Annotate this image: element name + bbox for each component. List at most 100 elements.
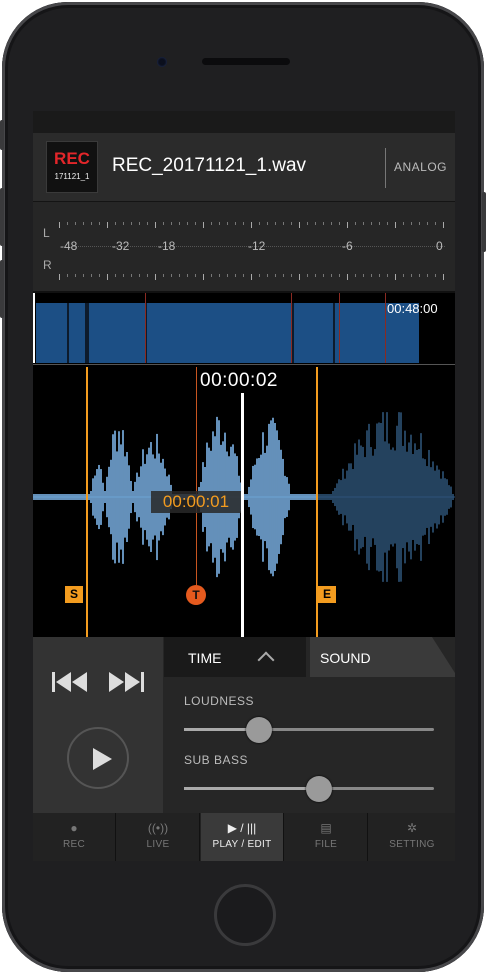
trim-marker-handle[interactable]: T: [186, 585, 206, 605]
loudness-slider[interactable]: [184, 717, 434, 743]
start-marker-handle[interactable]: S: [65, 586, 83, 603]
sub-bass-slider[interactable]: [184, 776, 434, 802]
meter-tick: [323, 222, 324, 225]
scale-label: -18: [158, 239, 176, 253]
meter-tick: [91, 274, 92, 277]
meter-tick: [131, 222, 132, 225]
meter-tick: [283, 274, 284, 277]
waveform-graphic: [33, 412, 455, 582]
meter-tick: [115, 274, 116, 277]
play-icon: [93, 748, 112, 770]
rewind-button[interactable]: [51, 670, 89, 700]
chevron-up-icon: [257, 651, 275, 669]
rec-file-icon[interactable]: REC 171121_1: [46, 141, 98, 193]
rewind-icon: [52, 672, 87, 692]
nav-setting[interactable]: ✲ SETTING: [369, 813, 455, 861]
loudness-label: LOUDNESS: [184, 694, 255, 708]
record-icon: ●: [70, 821, 78, 835]
end-marker-handle[interactable]: E: [318, 586, 336, 603]
meter-tick: [379, 222, 380, 225]
meter-tick: [339, 274, 340, 277]
meter-tick: [291, 222, 292, 225]
meter-tick: [259, 222, 260, 225]
power-button: [482, 192, 486, 252]
trim-point-line: [196, 367, 197, 585]
meter-tick: [227, 222, 228, 225]
meter-tick: [243, 222, 244, 225]
meter-tick: [115, 222, 116, 225]
meter-tick: [251, 222, 252, 228]
meter-tick: [395, 274, 396, 280]
play-button[interactable]: [67, 727, 129, 789]
overview-marker: [291, 293, 292, 363]
meter-tick: [275, 274, 276, 277]
input-mode-button[interactable]: ANALOG: [394, 160, 447, 174]
volume-down-button: [0, 260, 4, 318]
meter-tick: [195, 222, 196, 225]
scale-label: 0: [436, 239, 443, 253]
rec-logo-id: 171121_1: [54, 172, 90, 181]
meter-tick: [163, 222, 164, 225]
sub-bass-knob[interactable]: [306, 776, 332, 802]
home-button[interactable]: [214, 884, 276, 946]
broadcast-icon: ((•)): [147, 821, 169, 835]
current-time: 00:00:02: [200, 370, 278, 391]
meter-tick: [179, 222, 180, 225]
nav-play-edit[interactable]: ▶ / ||| PLAY / EDIT: [201, 813, 284, 861]
meter-tick: [347, 274, 348, 280]
meter-tick: [59, 222, 60, 228]
right-channel-label: R: [43, 258, 52, 272]
meter-tick: [83, 274, 84, 277]
loudness-knob[interactable]: [246, 717, 272, 743]
nav-file[interactable]: ▤ FILE: [285, 813, 368, 861]
meter-tick: [275, 222, 276, 225]
gear-icon: ✲: [406, 821, 418, 835]
sub-bass-fill: [184, 787, 319, 790]
meter-tick: [427, 274, 428, 277]
playhead[interactable]: [241, 393, 244, 637]
meter-tick: [443, 222, 444, 228]
meter-tick: [75, 274, 76, 277]
meter-tick: [267, 274, 268, 277]
meter-tick: [435, 274, 436, 277]
fast-forward-button[interactable]: [107, 670, 145, 700]
tab-sound[interactable]: SOUND: [310, 637, 455, 677]
level-meter: L R -48 -32 -18 -12 -6 0: [33, 202, 455, 293]
cursor-time: 00:00:01: [151, 491, 241, 513]
nav-live-label: LIVE: [146, 839, 170, 850]
meter-tick: [403, 222, 404, 225]
meter-tick: [131, 274, 132, 277]
meter-ticks-left: [59, 222, 447, 228]
meter-tick: [219, 274, 220, 277]
overview-playhead[interactable]: [33, 293, 35, 363]
start-trim-line[interactable]: [86, 367, 88, 637]
volume-up-button: [0, 188, 4, 246]
meter-tick: [107, 274, 108, 280]
overview-strip[interactable]: 00:48:00: [33, 293, 455, 366]
settings-tabs: TIME SOUND: [164, 637, 455, 677]
tab-time[interactable]: TIME: [164, 637, 306, 677]
meter-tick: [227, 274, 228, 277]
meter-tick: [147, 222, 148, 225]
meter-tick: [147, 274, 148, 277]
control-panel: TIME SOUND LOUDNESS SUB BASS: [33, 637, 455, 813]
meter-tick: [75, 222, 76, 225]
status-bar: [33, 111, 455, 133]
meter-tick: [251, 274, 252, 280]
meter-tick: [363, 274, 364, 277]
meter-tick: [371, 222, 372, 225]
meter-tick: [395, 222, 396, 228]
meter-tick: [219, 222, 220, 225]
nav-rec[interactable]: ● REC: [33, 813, 116, 861]
meter-tick: [163, 274, 164, 277]
meter-tick: [387, 274, 388, 277]
scale-label: -12: [248, 239, 266, 253]
nav-live[interactable]: ((•)) LIVE: [117, 813, 200, 861]
document-icon: ▤: [320, 821, 332, 835]
meter-tick: [195, 274, 196, 277]
overview-marker: [385, 293, 386, 363]
meter-tick: [323, 274, 324, 277]
play-pause-icon: ▶ / |||: [227, 821, 257, 835]
waveform-editor[interactable]: 00:00:02 00:00:01 S T E: [33, 367, 455, 637]
earpiece-speaker: [202, 58, 290, 65]
